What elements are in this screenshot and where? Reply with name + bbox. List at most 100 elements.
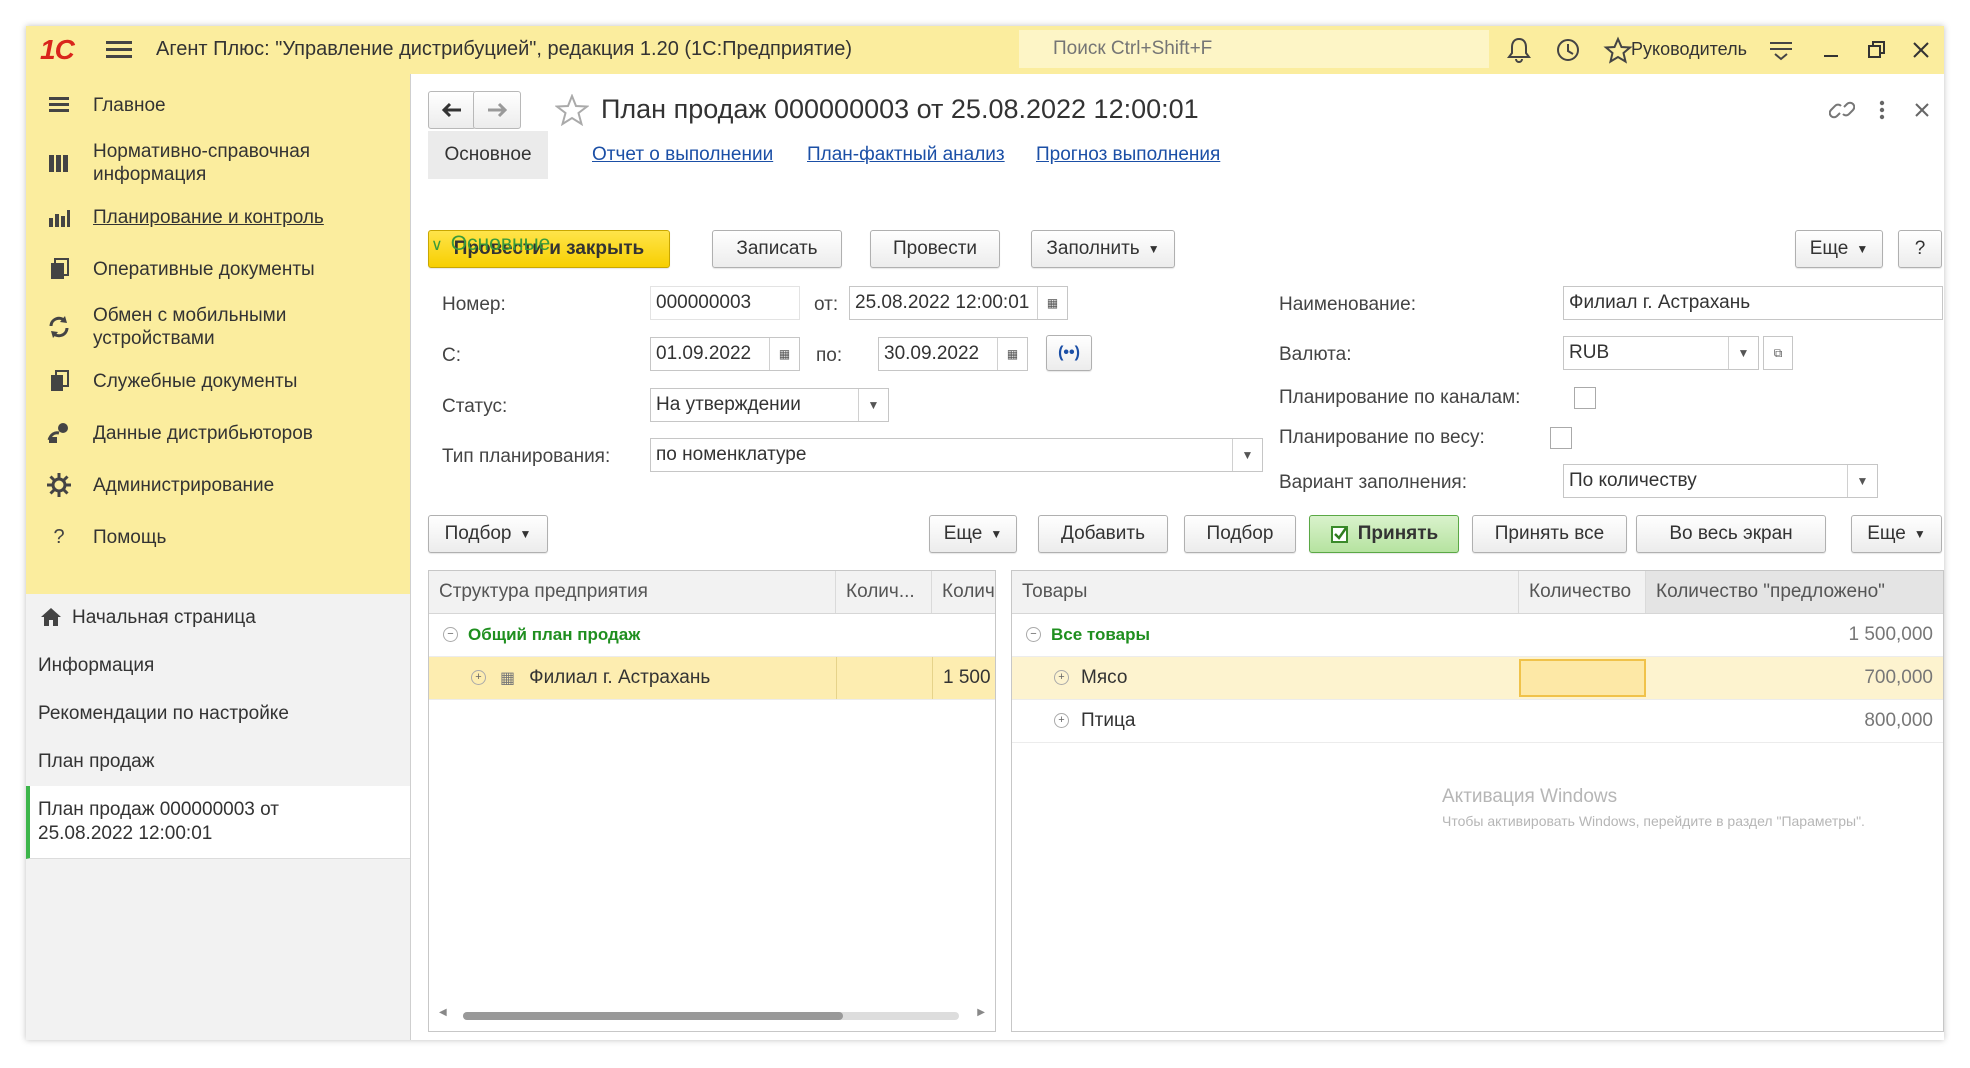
more-label: Еще: [1809, 238, 1849, 259]
open-currency-button[interactable]: ⧉: [1763, 336, 1793, 370]
products-table-header: Товары Количество Количество "предложено…: [1012, 571, 1943, 614]
post-button[interactable]: Провести: [870, 230, 1000, 268]
tab-plan-fact-analysis[interactable]: План-фактный анализ: [807, 131, 1005, 179]
collapse-icon[interactable]: −: [1026, 627, 1041, 643]
sidebar-item-mobile-exchange[interactable]: Обмен с мобильными устройствами: [26, 300, 410, 354]
chevron-down-icon[interactable]: ▼: [858, 389, 888, 421]
help-button[interactable]: ?: [1898, 230, 1942, 268]
tab-main[interactable]: Основное: [428, 131, 548, 179]
sidebar-item-distributors[interactable]: Данные дистрибьюторов: [26, 416, 410, 452]
bell-icon[interactable]: [1504, 36, 1534, 64]
open-window-info[interactable]: Информация: [26, 642, 410, 691]
currency-select[interactable]: RUB ▼: [1563, 336, 1759, 370]
chevron-down-icon[interactable]: ▼: [1232, 439, 1262, 471]
status-select[interactable]: На утверждении ▼: [650, 388, 889, 422]
open-window-current-doc[interactable]: План продаж 000000003 от 25.08.2022 12:0…: [26, 786, 414, 859]
history-icon[interactable]: [1553, 36, 1583, 64]
row-qty2-cell[interactable]: 1 500: [932, 657, 995, 699]
row-qty-cell[interactable]: [836, 657, 932, 699]
expand-icon[interactable]: +: [1054, 670, 1069, 686]
plan-type-select[interactable]: по номенклатуре ▼: [650, 438, 1263, 472]
column-header-qty[interactable]: Колич...: [836, 571, 932, 613]
accept-all-button[interactable]: Принять все: [1472, 515, 1627, 553]
column-header-products[interactable]: Товары: [1012, 571, 1519, 613]
fill-variant-select[interactable]: По количеству ▼: [1563, 464, 1878, 498]
expand-icon[interactable]: +: [471, 670, 486, 686]
scrollbar-thumb[interactable]: [463, 1012, 843, 1020]
column-header-proposed[interactable]: Количество "предложено": [1646, 571, 1943, 613]
scroll-left-icon[interactable]: ◀: [439, 1007, 447, 1018]
column-header-structure[interactable]: Структура предприятия: [429, 571, 836, 613]
table-row-group[interactable]: − Все товары 1 500,000: [1012, 614, 1943, 657]
column-header-quantity[interactable]: Количество: [1519, 571, 1646, 613]
calendar-icon[interactable]: ▦: [997, 338, 1027, 370]
add-button[interactable]: Добавить: [1038, 515, 1168, 553]
restore-icon[interactable]: [1861, 36, 1891, 64]
calendar-icon[interactable]: ▦: [1037, 287, 1067, 319]
period-start-field[interactable]: 01.09.2022 ▦: [650, 337, 800, 371]
collapse-icon[interactable]: −: [443, 627, 458, 643]
by-weight-checkbox[interactable]: [1550, 427, 1572, 449]
arrow-left-icon: [441, 102, 461, 118]
forward-button[interactable]: [473, 91, 521, 129]
user-name[interactable]: Руководитель: [1631, 39, 1747, 60]
column-header-qty2[interactable]: Колич: [932, 571, 995, 613]
row-quantity-cell[interactable]: [1519, 700, 1646, 742]
right-pick-button[interactable]: Подбор: [1184, 515, 1296, 553]
period-end-field[interactable]: 30.09.2022 ▦: [878, 337, 1028, 371]
favorite-star-icon[interactable]: [555, 94, 589, 126]
sidebar-item-operational-docs[interactable]: Оперативные документы: [26, 252, 410, 288]
chevron-down-icon[interactable]: ▼: [1728, 337, 1758, 369]
calendar-icon[interactable]: ▦: [769, 338, 799, 370]
more-actions-button[interactable]: Еще ▼: [1795, 230, 1883, 268]
global-search-input[interactable]: [1019, 30, 1489, 68]
by-channels-checkbox[interactable]: [1574, 387, 1596, 409]
period-select-button[interactable]: (••): [1046, 335, 1092, 371]
close-document-icon[interactable]: [1914, 102, 1930, 118]
minimize-icon[interactable]: [1816, 36, 1846, 64]
left-pick-button[interactable]: Подбор ▼: [428, 515, 548, 553]
number-field[interactable]: 000000003: [650, 286, 800, 320]
name-field[interactable]: Филиал г. Астрахань: [1563, 286, 1943, 320]
expand-icon[interactable]: +: [1054, 713, 1069, 729]
date-field[interactable]: 25.08.2022 12:00:01 ▦: [849, 286, 1068, 320]
currency-value: RUB: [1569, 342, 1610, 363]
1c-logo: 1С: [40, 34, 75, 65]
chevron-down-icon: ▼: [1913, 527, 1926, 541]
chevron-down-icon[interactable]: ▼: [1847, 465, 1877, 497]
left-more-button[interactable]: Еще ▼: [929, 515, 1017, 553]
open-window-label: Начальная страница: [72, 607, 256, 628]
fill-dropdown-button[interactable]: Заполнить ▼: [1031, 230, 1175, 268]
sidebar-item-help[interactable]: ? Помощь: [26, 520, 410, 556]
status-value: На утверждении: [656, 394, 801, 415]
tab-execution-report[interactable]: Отчет о выполнении: [592, 131, 773, 179]
settings-list-icon[interactable]: [1766, 36, 1796, 64]
link-icon[interactable]: [1829, 98, 1855, 122]
more-vertical-icon[interactable]: [1875, 98, 1889, 122]
star-icon[interactable]: [1603, 36, 1633, 64]
scroll-right-icon[interactable]: ▶: [977, 1007, 985, 1018]
accept-button[interactable]: Принять: [1309, 515, 1459, 553]
horizontal-scrollbar[interactable]: ◀ ▶: [439, 1007, 985, 1023]
open-window-home[interactable]: Начальная страница: [26, 594, 410, 643]
open-window-sales-plan-list[interactable]: План продаж: [26, 738, 410, 787]
row-quantity-cell-active[interactable]: [1519, 659, 1646, 697]
table-row[interactable]: + ▦ Филиал г. Астрахань 1 500: [429, 657, 995, 700]
sidebar-item-admin[interactable]: Администрирование: [26, 468, 410, 504]
sidebar-item-reference[interactable]: Нормативно-справочная информация: [26, 136, 410, 190]
table-row[interactable]: + Птица 800,000: [1012, 700, 1943, 743]
open-window-recommendations[interactable]: Рекомендации по настройке: [26, 690, 410, 739]
section-main-toggle[interactable]: ∨ Основные: [431, 232, 550, 256]
sidebar-item-service-docs[interactable]: Служебные документы: [26, 364, 410, 400]
back-button[interactable]: [428, 91, 476, 129]
right-more-button[interactable]: Еще ▼: [1851, 515, 1942, 553]
table-row-group[interactable]: − Общий план продаж: [429, 614, 995, 657]
tab-execution-forecast[interactable]: Прогноз выполнения: [1036, 131, 1220, 179]
sidebar-item-main[interactable]: Главное: [26, 88, 410, 124]
close-window-icon[interactable]: [1906, 36, 1936, 64]
sidebar-item-planning[interactable]: Планирование и контроль: [26, 200, 410, 236]
save-button[interactable]: Записать: [712, 230, 842, 268]
fullscreen-button[interactable]: Во весь экран: [1636, 515, 1826, 553]
hamburger-menu-icon[interactable]: [106, 37, 132, 63]
table-row[interactable]: + Мясо 700,000: [1012, 657, 1943, 700]
